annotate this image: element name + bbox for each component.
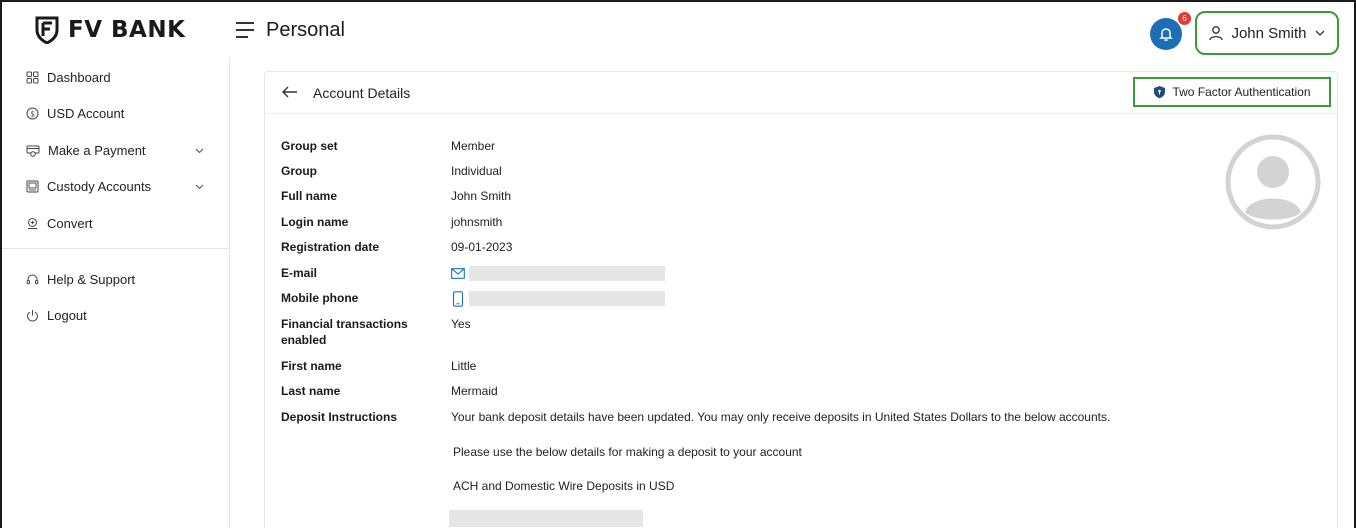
back-arrow-icon[interactable] — [281, 84, 299, 100]
shield-icon — [1154, 86, 1166, 99]
sidebar-item-label: Convert — [47, 216, 93, 231]
sidebar-item-usd-account[interactable]: $ USD Account — [26, 106, 124, 121]
sidebar-item-convert[interactable]: Convert — [26, 216, 93, 231]
brand-name: FV BANK — [68, 17, 186, 43]
sidebar-item-logout[interactable]: Logout — [26, 308, 87, 323]
svg-text:$: $ — [30, 109, 35, 118]
sidebar-item-custody-accounts[interactable]: Custody Accounts — [26, 179, 204, 194]
vault-icon — [26, 180, 39, 193]
sidebar-item-label: Dashboard — [47, 70, 111, 85]
mobile-phone-icon — [452, 291, 464, 307]
grid-icon — [26, 71, 39, 84]
notification-bell-button[interactable] — [1150, 18, 1182, 50]
sidebar-item-dashboard[interactable]: Dashboard — [26, 70, 111, 85]
notification-count-badge: 6 — [1178, 12, 1191, 25]
deposit-note: Please use the below details for making … — [453, 445, 802, 459]
card-title: Account Details — [313, 85, 411, 101]
headset-icon — [26, 274, 39, 285]
top-bar: FV BANK Personal 6 John Smith — [2, 2, 1354, 58]
sidebar-item-label: Make a Payment — [48, 143, 146, 158]
payment-icon — [26, 145, 40, 157]
hamburger-menu-icon[interactable] — [236, 22, 256, 38]
dollar-coin-icon: $ — [26, 107, 39, 120]
account-details-card: Account Details Two Factor Authenticatio… — [264, 71, 1338, 528]
user-name: John Smith — [1231, 24, 1307, 42]
chevron-down-icon — [195, 148, 204, 154]
redacted-deposit-details — [449, 510, 643, 527]
sidebar-item-label: Logout — [47, 308, 87, 323]
bell-icon — [1159, 28, 1173, 41]
power-icon — [26, 310, 39, 322]
user-icon — [1209, 26, 1224, 41]
brand-logo[interactable]: FV BANK — [34, 16, 185, 44]
sidebar-item-label: Custody Accounts — [47, 179, 152, 194]
avatar-placeholder-icon[interactable] — [1225, 134, 1321, 230]
sidebar-item-help-support[interactable]: Help & Support — [26, 272, 135, 287]
chevron-down-icon — [195, 184, 204, 190]
envelope-icon — [451, 268, 465, 280]
sidebar: Dashboard $ USD Account Make a Payment C… — [2, 58, 230, 528]
fv-shield-logo-icon — [35, 16, 59, 44]
sidebar-item-make-a-payment[interactable]: Make a Payment — [26, 143, 204, 158]
redacted-phone — [469, 291, 665, 307]
deposit-method-heading: ACH and Domestic Wire Deposits in USD — [453, 479, 675, 493]
two-factor-auth-button[interactable]: Two Factor Authentication — [1133, 77, 1331, 107]
sidebar-divider — [2, 248, 230, 249]
redacted-email — [469, 266, 665, 282]
phone-value — [451, 290, 665, 307]
convert-icon — [28, 218, 37, 229]
chevron-down-icon — [1315, 30, 1324, 36]
sidebar-item-label: USD Account — [47, 106, 125, 121]
user-menu-button[interactable]: John Smith — [1195, 11, 1339, 55]
page-title: Personal — [266, 19, 345, 41]
email-value — [451, 265, 665, 282]
two-factor-auth-label: Two Factor Authentication — [1172, 85, 1311, 99]
card-header: Account Details Two Factor Authenticatio… — [265, 72, 1337, 114]
sidebar-item-label: Help & Support — [47, 272, 136, 287]
